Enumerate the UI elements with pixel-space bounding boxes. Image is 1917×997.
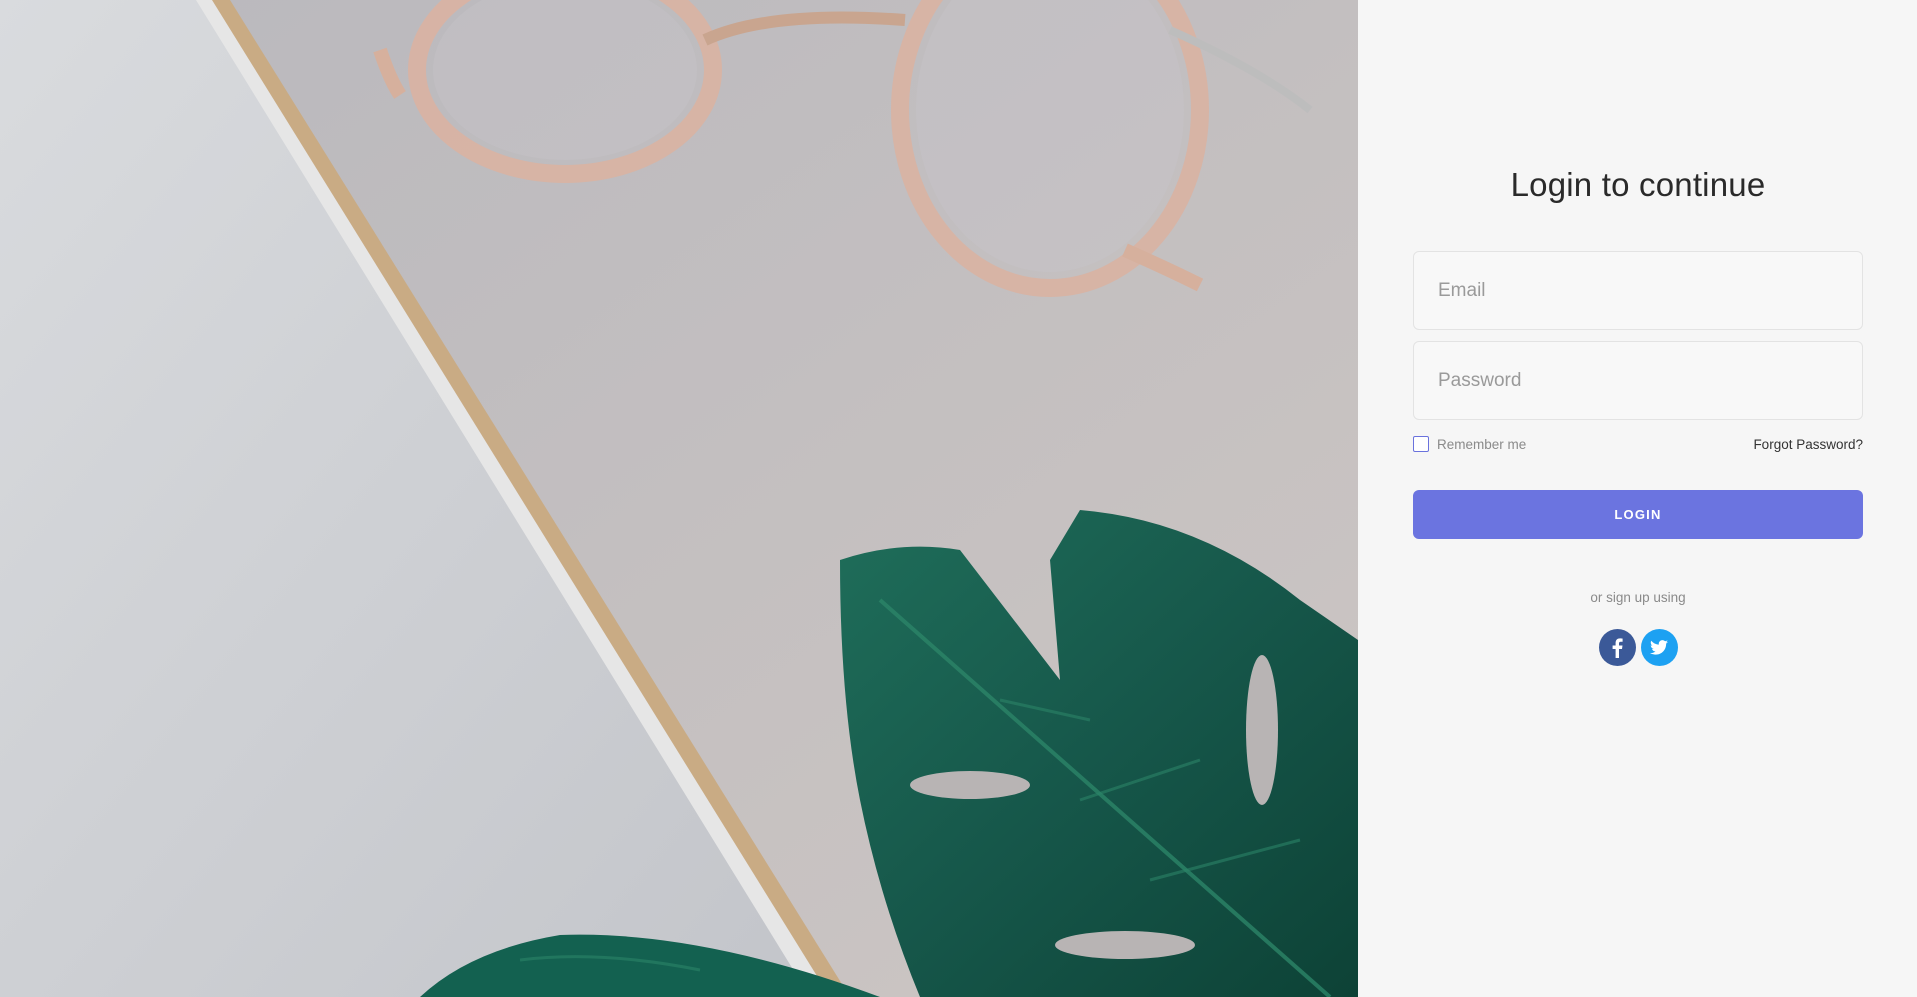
remember-me-checkbox[interactable]: Remember me xyxy=(1413,436,1526,452)
social-buttons xyxy=(1413,629,1863,666)
forgot-password-link[interactable]: Forgot Password? xyxy=(1753,437,1863,452)
password-field[interactable] xyxy=(1413,341,1863,420)
facebook-icon xyxy=(1612,637,1623,658)
twitter-icon xyxy=(1650,640,1668,655)
signup-text: or sign up using xyxy=(1590,590,1686,605)
hero-image xyxy=(0,0,1358,997)
facebook-button[interactable] xyxy=(1598,629,1636,666)
twitter-button[interactable] xyxy=(1640,629,1678,666)
login-button[interactable]: LOGIN xyxy=(1413,490,1863,539)
page-title: Login to continue xyxy=(1510,166,1766,203)
login-panel: Login to continue Remember me Forgot Pas… xyxy=(1358,0,1917,997)
checkbox-box[interactable] xyxy=(1413,436,1429,452)
remember-me-label: Remember me xyxy=(1437,436,1527,452)
login-page: Login to continue Remember me Forgot Pas… xyxy=(0,0,1917,997)
email-field[interactable] xyxy=(1413,251,1863,330)
